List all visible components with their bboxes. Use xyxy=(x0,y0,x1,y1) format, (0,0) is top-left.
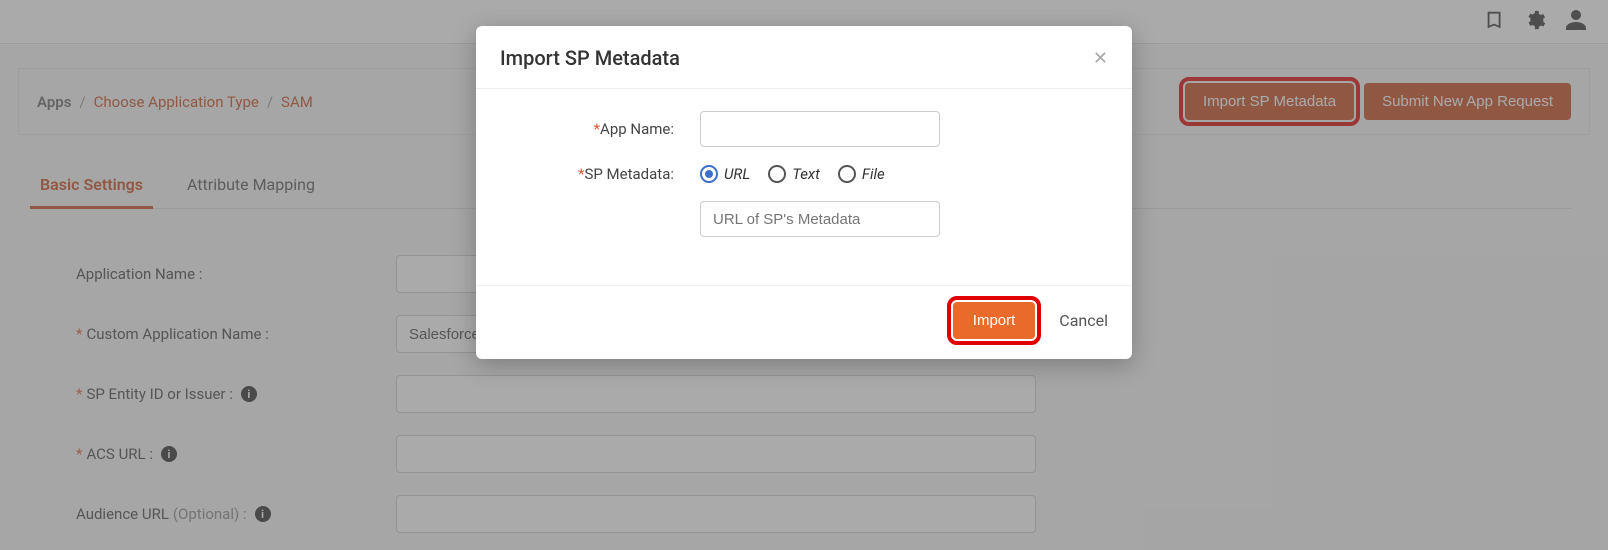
cancel-button[interactable]: Cancel xyxy=(1059,311,1108,330)
radio-group-sp-metadata: URL Text File xyxy=(700,165,885,183)
modal-body: *App Name: *SP Metadata: URL Text xyxy=(476,89,1132,285)
radio-option-url[interactable]: URL xyxy=(700,165,750,183)
radio-option-file[interactable]: File xyxy=(838,165,885,183)
modal-input-app-name[interactable] xyxy=(700,111,940,147)
modal-header: Import SP Metadata ✕ xyxy=(476,26,1132,89)
modal-overlay[interactable]: Import SP Metadata ✕ *App Name: *SP Meta… xyxy=(0,0,1608,550)
modal-label-app-name: *App Name: xyxy=(500,120,700,138)
modal-footer: Import Cancel xyxy=(476,285,1132,359)
modal-row-sp-metadata: *SP Metadata: URL Text File xyxy=(500,165,1108,183)
modal-row-url-input xyxy=(500,201,1108,237)
radio-file[interactable] xyxy=(838,165,856,183)
modal-row-app-name: *App Name: xyxy=(500,111,1108,147)
radio-text[interactable] xyxy=(768,165,786,183)
modal-input-url[interactable] xyxy=(700,201,940,237)
radio-option-text[interactable]: Text xyxy=(768,165,820,183)
modal-title: Import SP Metadata xyxy=(500,46,680,70)
modal-label-sp-metadata: *SP Metadata: xyxy=(500,165,700,183)
close-icon[interactable]: ✕ xyxy=(1093,48,1108,69)
radio-url[interactable] xyxy=(700,165,718,183)
import-sp-metadata-modal: Import SP Metadata ✕ *App Name: *SP Meta… xyxy=(476,26,1132,359)
import-button[interactable]: Import xyxy=(953,302,1036,339)
